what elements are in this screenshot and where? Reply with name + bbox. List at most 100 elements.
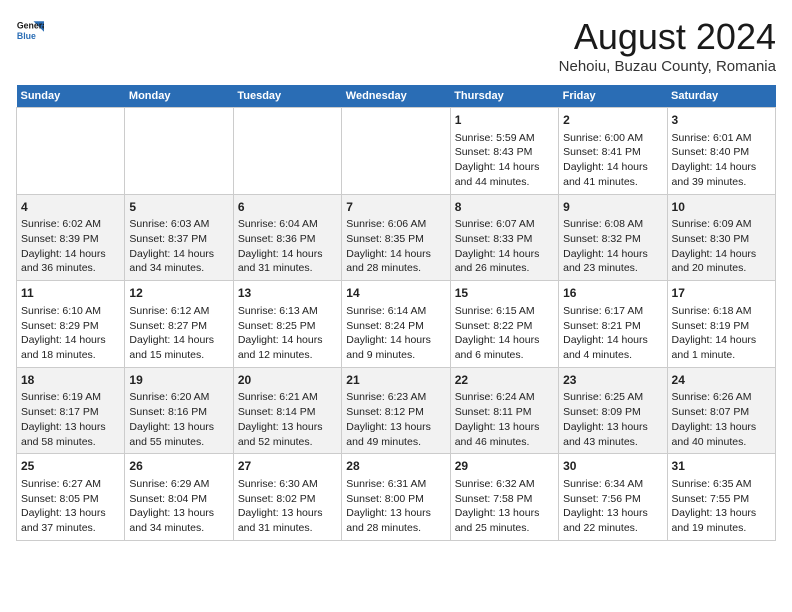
- logo-icon: General Blue: [16, 16, 44, 44]
- sunset-text: Sunset: 8:30 PM: [672, 232, 771, 247]
- sunrise-text: Sunrise: 6:23 AM: [346, 390, 445, 405]
- calendar-cell: 23Sunrise: 6:25 AMSunset: 8:09 PMDayligh…: [559, 367, 667, 454]
- day-number: 6: [238, 199, 337, 216]
- day-number: 5: [129, 199, 228, 216]
- daylight-text: Daylight: 14 hours and 23 minutes.: [563, 247, 662, 276]
- daylight-text: Daylight: 14 hours and 28 minutes.: [346, 247, 445, 276]
- sunrise-text: Sunrise: 6:21 AM: [238, 390, 337, 405]
- sunrise-text: Sunrise: 6:26 AM: [672, 390, 771, 405]
- calendar-cell: 9Sunrise: 6:08 AMSunset: 8:32 PMDaylight…: [559, 194, 667, 281]
- day-number: 3: [672, 112, 771, 129]
- sunset-text: Sunset: 7:55 PM: [672, 492, 771, 507]
- page-header: General Blue August 2024 Nehoiu, Buzau C…: [16, 16, 776, 75]
- calendar-cell: 1Sunrise: 5:59 AMSunset: 8:43 PMDaylight…: [450, 108, 558, 195]
- sunrise-text: Sunrise: 6:31 AM: [346, 477, 445, 492]
- sunset-text: Sunset: 8:39 PM: [21, 232, 120, 247]
- calendar-cell: 6Sunrise: 6:04 AMSunset: 8:36 PMDaylight…: [233, 194, 341, 281]
- sunrise-text: Sunrise: 6:08 AM: [563, 217, 662, 232]
- daylight-text: Daylight: 14 hours and 9 minutes.: [346, 333, 445, 362]
- day-number: 21: [346, 372, 445, 389]
- daylight-text: Daylight: 14 hours and 31 minutes.: [238, 247, 337, 276]
- day-number: 23: [563, 372, 662, 389]
- sunset-text: Sunset: 8:24 PM: [346, 319, 445, 334]
- daylight-text: Daylight: 13 hours and 22 minutes.: [563, 506, 662, 535]
- day-number: 29: [455, 458, 554, 475]
- header-cell: Sunday: [17, 85, 125, 108]
- calendar-cell: 29Sunrise: 6:32 AMSunset: 7:58 PMDayligh…: [450, 454, 558, 541]
- sunset-text: Sunset: 8:21 PM: [563, 319, 662, 334]
- day-number: 12: [129, 285, 228, 302]
- calendar-week-row: 4Sunrise: 6:02 AMSunset: 8:39 PM Daylight…: [17, 194, 776, 281]
- header-cell: Wednesday: [342, 85, 450, 108]
- sunrise-text: Sunrise: 5:59 AM: [455, 131, 554, 146]
- sunrise-text: Sunrise: 6:14 AM: [346, 304, 445, 319]
- calendar-cell: 5Sunrise: 6:03 AMSunset: 8:37 PMDaylight…: [125, 194, 233, 281]
- sunset-text: Sunset: 8:09 PM: [563, 405, 662, 420]
- calendar-cell: 3Sunrise: 6:01 AMSunset: 8:40 PMDaylight…: [667, 108, 775, 195]
- calendar-week-row: 18Sunrise: 6:19 AMSunset: 8:17 PMDayligh…: [17, 367, 776, 454]
- day-number: 30: [563, 458, 662, 475]
- calendar-table: SundayMondayTuesdayWednesdayThursdayFrid…: [16, 85, 776, 541]
- sunset-text: Sunset: 8:12 PM: [346, 405, 445, 420]
- calendar-cell: 28Sunrise: 6:31 AMSunset: 8:00 PMDayligh…: [342, 454, 450, 541]
- sunrise-text: Sunrise: 6:17 AM: [563, 304, 662, 319]
- calendar-cell: 7Sunrise: 6:06 AMSunset: 8:35 PMDaylight…: [342, 194, 450, 281]
- day-number: 31: [672, 458, 771, 475]
- calendar-cell: [342, 108, 450, 195]
- daylight-text: Daylight: 13 hours and 43 minutes.: [563, 420, 662, 449]
- logo: General Blue: [16, 16, 44, 44]
- calendar-cell: 2Sunrise: 6:00 AMSunset: 8:41 PMDaylight…: [559, 108, 667, 195]
- calendar-cell: 17Sunrise: 6:18 AMSunset: 8:19 PMDayligh…: [667, 281, 775, 368]
- sunset-text: Sunset: 7:58 PM: [455, 492, 554, 507]
- sunset-text: Sunset: 8:29 PM: [21, 319, 120, 334]
- daylight-text: Daylight: 14 hours and 15 minutes.: [129, 333, 228, 362]
- sunrise-text: Sunrise: 6:18 AM: [672, 304, 771, 319]
- calendar-cell: 8Sunrise: 6:07 AMSunset: 8:33 PMDaylight…: [450, 194, 558, 281]
- sunset-text: Sunset: 8:22 PM: [455, 319, 554, 334]
- daylight-text: Daylight: 13 hours and 52 minutes.: [238, 420, 337, 449]
- sunrise-text: Sunrise: 6:34 AM: [563, 477, 662, 492]
- sunset-text: Sunset: 8:02 PM: [238, 492, 337, 507]
- calendar-cell: 25Sunrise: 6:27 AMSunset: 8:05 PMDayligh…: [17, 454, 125, 541]
- day-number: 24: [672, 372, 771, 389]
- subtitle: Nehoiu, Buzau County, Romania: [559, 58, 776, 75]
- sunset-text: Sunset: 8:43 PM: [455, 145, 554, 160]
- calendar-cell: 19Sunrise: 6:20 AMSunset: 8:16 PMDayligh…: [125, 367, 233, 454]
- sunrise-text: Sunrise: 6:02 AM: [21, 217, 120, 232]
- daylight-text: Daylight: 13 hours and 49 minutes.: [346, 420, 445, 449]
- calendar-cell: 13Sunrise: 6:13 AMSunset: 8:25 PMDayligh…: [233, 281, 341, 368]
- day-number: 26: [129, 458, 228, 475]
- calendar-cell: 11Sunrise: 6:10 AMSunset: 8:29 PMDayligh…: [17, 281, 125, 368]
- sunset-text: Sunset: 8:25 PM: [238, 319, 337, 334]
- header-cell: Thursday: [450, 85, 558, 108]
- daylight-text: Daylight: 13 hours and 28 minutes.: [346, 506, 445, 535]
- header-cell: Monday: [125, 85, 233, 108]
- daylight-text: Daylight: 14 hours and 41 minutes.: [563, 160, 662, 189]
- day-number: 14: [346, 285, 445, 302]
- day-number: 13: [238, 285, 337, 302]
- day-number: 7: [346, 199, 445, 216]
- sunrise-text: Sunrise: 6:15 AM: [455, 304, 554, 319]
- sunset-text: Sunset: 8:36 PM: [238, 232, 337, 247]
- calendar-week-row: 11Sunrise: 6:10 AMSunset: 8:29 PMDayligh…: [17, 281, 776, 368]
- calendar-cell: 30 Sunrise: 6:34 AMSunset: 7:56 PMDayligh…: [559, 454, 667, 541]
- sunset-text: Sunset: 8:33 PM: [455, 232, 554, 247]
- daylight-text: Daylight: 14 hours and 6 minutes.: [455, 333, 554, 362]
- sunrise-text: Sunrise: 6:29 AM: [129, 477, 228, 492]
- calendar-cell: 12Sunrise: 6:12 AMSunset: 8:27 PMDayligh…: [125, 281, 233, 368]
- header-cell: Saturday: [667, 85, 775, 108]
- daylight-text: Daylight: 14 hours and 26 minutes.: [455, 247, 554, 276]
- day-number: 11: [21, 285, 120, 302]
- calendar-cell: 15Sunrise: 6:15 AMSunset: 8:22 PMDayligh…: [450, 281, 558, 368]
- day-number: 27: [238, 458, 337, 475]
- day-number: 17: [672, 285, 771, 302]
- sunset-text: Sunset: 7:56 PM: [563, 492, 662, 507]
- day-number: 1: [455, 112, 554, 129]
- daylight-text: Daylight: 13 hours and 25 minutes.: [455, 506, 554, 535]
- daylight-text: Daylight: 14 hours and 34 minutes.: [129, 247, 228, 276]
- day-number: 4: [21, 199, 120, 216]
- sunset-text: Sunset: 8:05 PM: [21, 492, 120, 507]
- sunset-text: Sunset: 8:07 PM: [672, 405, 771, 420]
- day-number: 10: [672, 199, 771, 216]
- day-number: 22: [455, 372, 554, 389]
